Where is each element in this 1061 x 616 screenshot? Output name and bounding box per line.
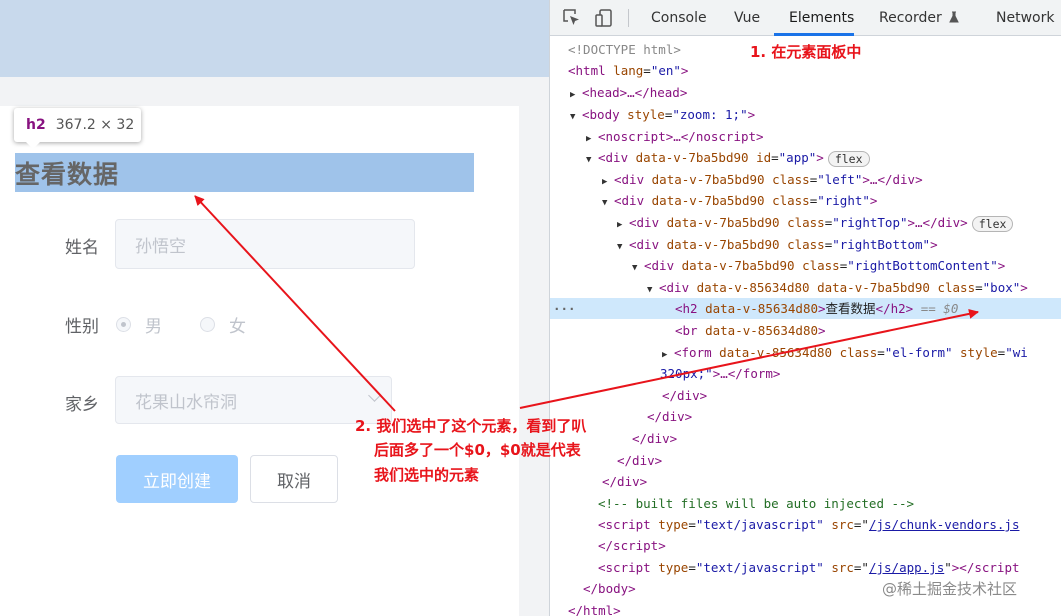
hometown-value: 花果山水帘洞	[135, 392, 237, 413]
tab-console[interactable]: Console	[651, 10, 707, 26]
tree-node-noscript[interactable]: ▶ <noscript>…</noscript>	[550, 126, 1061, 147]
collapse-arrow-icon[interactable]: ▼	[586, 150, 598, 171]
gender-radio-female[interactable]: 女	[200, 312, 246, 337]
tree-node-script-app[interactable]: <script type="text/javascript" src="/js/…	[550, 557, 1061, 578]
collapse-arrow-icon[interactable]: ▼	[570, 107, 582, 128]
tab-elements[interactable]: Elements	[789, 10, 854, 26]
tree-node-body[interactable]: ▼ <body style="zoom: 1;">	[550, 104, 1061, 125]
device-toolbar-icon[interactable]	[594, 8, 614, 28]
elements-tree: <!DOCTYPE html> <html lang="en"> ▶ <head>…	[550, 36, 1061, 616]
more-options-icon[interactable]: ···	[553, 298, 576, 319]
page-header-band	[0, 0, 549, 77]
tree-node-html[interactable]: <html lang="en">	[550, 60, 1061, 81]
watermark: @稀土掘金技术社区	[882, 580, 1018, 598]
expand-arrow-icon[interactable]: ▶	[617, 215, 629, 236]
tree-node-form-wrap: 320px;">…</form>	[660, 366, 781, 381]
tab-vue[interactable]: Vue	[734, 10, 760, 26]
tree-node-script-close[interactable]: </script>	[550, 535, 1061, 556]
inspect-element-icon[interactable]	[562, 8, 582, 28]
expand-arrow-icon[interactable]: ▶	[570, 85, 582, 106]
tree-node-div-left[interactable]: ▶ <div data-v-7ba5bd90 class="left">…</di…	[550, 169, 1061, 190]
tree-node-div-app[interactable]: ▼ <div data-v-7ba5bd90 id="app"> flex	[550, 147, 1061, 168]
tree-node-div-rightbottom[interactable]: ▼ <div data-v-7ba5bd90 class="rightBottom…	[550, 234, 1061, 255]
gender-label: 性别	[65, 317, 99, 337]
name-label: 姓名	[65, 238, 99, 258]
tab-recorder[interactable]: Recorder	[879, 10, 960, 26]
name-input[interactable]: 孙悟空	[115, 219, 415, 269]
cancel-button[interactable]: 取消	[250, 455, 338, 503]
tab-recorder-label: Recorder	[879, 10, 942, 26]
script-src-link[interactable]: /js/chunk-vendors.js	[869, 517, 1020, 532]
tooltip-tag: h2	[26, 117, 46, 133]
inspect-tooltip: h2 367.2 × 32	[14, 108, 141, 142]
page-heading: 查看数据	[15, 160, 120, 189]
tree-node-close-div[interactable]: </div>	[550, 428, 1061, 449]
hometown-select[interactable]: 花果山水帘洞	[115, 376, 392, 424]
tree-node-html-close[interactable]: </html>	[550, 600, 1061, 616]
tree-node-close-div[interactable]: </div>	[550, 385, 1061, 406]
flask-icon	[949, 11, 960, 23]
flex-badge[interactable]: flex	[827, 150, 870, 167]
flex-badge[interactable]: flex	[971, 215, 1014, 232]
tree-node-close-div[interactable]: </div>	[550, 471, 1061, 492]
tree-node-div-righttop[interactable]: ▶ <div data-v-7ba5bd90 class="rightTop">……	[550, 212, 1061, 233]
tab-network[interactable]: Network	[996, 10, 1054, 26]
tree-node-h2-selected[interactable]: ··· <h2 data-v-85634d80>查看数据</h2> == $0	[550, 298, 1061, 319]
selected-element-marker: == $0	[920, 301, 959, 316]
tooltip-size: 367.2 × 32	[55, 117, 135, 133]
tree-node-div-right[interactable]: ▼ <div data-v-7ba5bd90 class="right">	[550, 190, 1061, 211]
tree-node-comment[interactable]: <!-- built files will be auto injected -…	[550, 493, 1061, 514]
annotation-note-1: 1. 在元素面板中	[750, 43, 862, 61]
submit-button[interactable]: 立即创建	[116, 455, 238, 503]
tree-node-div-box[interactable]: ▼ <div data-v-85634d80 data-v-7ba5bd90 cl…	[550, 277, 1061, 298]
chevron-down-icon	[368, 389, 381, 402]
annotation-note-2-line-2: 后面多了一个$0，$0就是代表	[374, 441, 581, 459]
script-src-link[interactable]: /js/app.js	[869, 560, 944, 575]
annotation-note-2-line-3: 我们选中的元素	[374, 466, 480, 484]
annotation-note-2-line-1: 2. 我们选中了这个元素，看到了叭	[355, 417, 587, 435]
devtools-panel: Console Vue Elements Recorder Network <!…	[549, 0, 1061, 616]
name-placeholder: 孙悟空	[135, 236, 186, 257]
collapse-arrow-icon[interactable]: ▼	[602, 193, 614, 214]
hometown-label: 家乡	[65, 395, 99, 415]
tree-node-head[interactable]: ▶ <head>…</head>	[550, 82, 1061, 103]
tree-node-close-div[interactable]: </div>	[550, 406, 1061, 427]
tree-node-close-div[interactable]: </div>	[550, 450, 1061, 471]
radio-checked-icon	[116, 317, 131, 332]
radio-unchecked-icon	[200, 317, 215, 332]
devtools-toolbar: Console Vue Elements Recorder Network	[550, 0, 1061, 36]
tree-node-div-rightbottomcontent[interactable]: ▼ <div data-v-7ba5bd90 class="rightBottom…	[550, 255, 1061, 276]
tree-node-script-vendors[interactable]: <script type="text/javascript" src="/js/…	[550, 514, 1061, 535]
gender-option-male: 男	[145, 317, 162, 337]
toolbar-separator	[628, 9, 629, 27]
page-preview: 查看数据 h2 367.2 × 32 姓名 孙悟空 性别 男 女 家乡 花果山水…	[0, 0, 549, 616]
tooltip-arrow	[26, 142, 40, 149]
collapse-arrow-icon[interactable]: ▼	[632, 258, 644, 279]
gender-radio-male[interactable]: 男	[116, 312, 162, 337]
tree-node-br[interactable]: <br data-v-85634d80>	[550, 320, 1061, 341]
gender-option-female: 女	[229, 317, 246, 337]
tree-node-form[interactable]: ▶ <form data-v-85634d80 class="el-form" s…	[550, 342, 1061, 363]
